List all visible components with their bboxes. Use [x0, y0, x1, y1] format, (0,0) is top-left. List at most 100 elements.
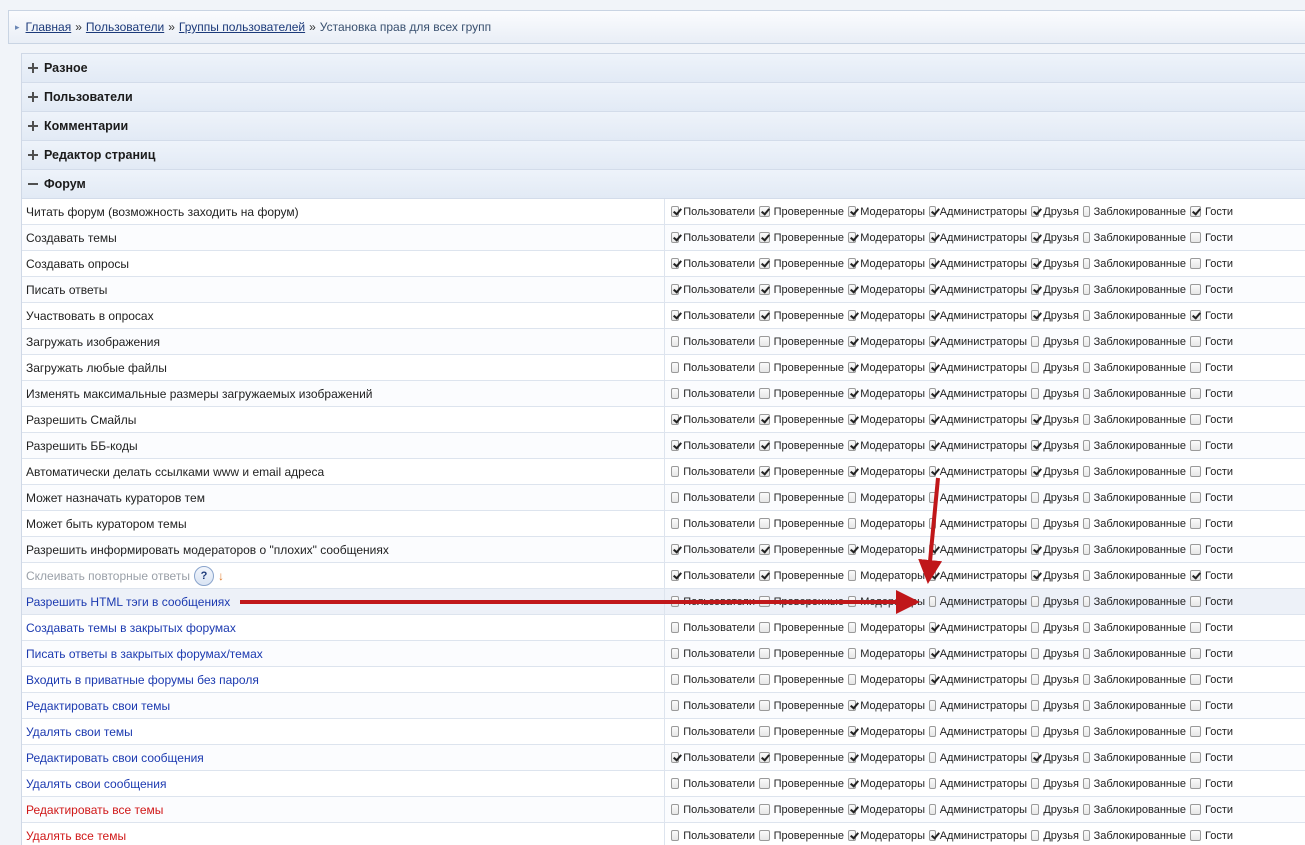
- checkbox-checked[interactable]: [759, 310, 770, 321]
- checkbox-unchecked[interactable]: [848, 570, 857, 581]
- permission-option[interactable]: Модераторы: [848, 206, 925, 218]
- checkbox-unchecked[interactable]: [1031, 804, 1040, 815]
- checkbox-checked[interactable]: [759, 232, 770, 243]
- permission-option[interactable]: Пользователи: [671, 726, 755, 738]
- permission-option[interactable]: Друзья: [1031, 726, 1079, 738]
- permission-option[interactable]: Проверенные: [759, 388, 844, 400]
- checkbox-checked[interactable]: [671, 414, 680, 425]
- checkbox-checked[interactable]: [848, 388, 857, 399]
- checkbox-unchecked[interactable]: [1083, 518, 1090, 529]
- checkbox-unchecked[interactable]: [759, 700, 770, 711]
- permission-option[interactable]: Гости: [1190, 596, 1238, 608]
- checkbox-unchecked[interactable]: [1190, 778, 1201, 789]
- permission-option[interactable]: Гости: [1190, 726, 1238, 738]
- checkbox-checked[interactable]: [929, 622, 936, 633]
- permission-option[interactable]: Друзья: [1031, 700, 1079, 712]
- checkbox-unchecked[interactable]: [1190, 232, 1201, 243]
- permission-option[interactable]: Заблокированные: [1083, 570, 1186, 582]
- permission-option[interactable]: Пользователи: [671, 596, 755, 608]
- checkbox-unchecked[interactable]: [1031, 362, 1040, 373]
- permission-option[interactable]: Друзья: [1031, 206, 1079, 218]
- checkbox-unchecked[interactable]: [1190, 752, 1201, 763]
- checkbox-unchecked[interactable]: [759, 726, 770, 737]
- permission-option[interactable]: Проверенные: [759, 700, 844, 712]
- checkbox-checked[interactable]: [671, 232, 680, 243]
- checkbox-unchecked[interactable]: [1083, 804, 1090, 815]
- checkbox-unchecked[interactable]: [1083, 570, 1090, 581]
- permission-option[interactable]: Пользователи: [671, 518, 755, 530]
- permission-option[interactable]: Заблокированные: [1083, 466, 1186, 478]
- checkbox-unchecked[interactable]: [759, 778, 770, 789]
- permission-option[interactable]: Друзья: [1031, 622, 1079, 634]
- checkbox-unchecked[interactable]: [1031, 336, 1040, 347]
- permission-option[interactable]: Гости: [1190, 206, 1238, 218]
- checkbox-unchecked[interactable]: [1031, 596, 1040, 607]
- checkbox-checked[interactable]: [671, 570, 680, 581]
- checkbox-unchecked[interactable]: [1083, 258, 1090, 269]
- permission-option[interactable]: Модераторы: [848, 596, 925, 608]
- permission-option[interactable]: Заблокированные: [1083, 830, 1186, 842]
- permission-option[interactable]: Друзья: [1031, 804, 1079, 816]
- permission-option[interactable]: Друзья: [1031, 232, 1079, 244]
- checkbox-checked[interactable]: [671, 752, 680, 763]
- permission-option[interactable]: Администраторы: [929, 830, 1027, 842]
- checkbox-checked[interactable]: [1031, 544, 1040, 555]
- checkbox-checked[interactable]: [929, 414, 936, 425]
- permission-option[interactable]: Гости: [1190, 544, 1238, 556]
- checkbox-unchecked[interactable]: [1083, 362, 1090, 373]
- checkbox-checked[interactable]: [848, 778, 857, 789]
- permission-option[interactable]: Модераторы: [848, 648, 925, 660]
- permission-option[interactable]: Заблокированные: [1083, 700, 1186, 712]
- checkbox-unchecked[interactable]: [1190, 674, 1201, 685]
- checkbox-unchecked[interactable]: [1190, 492, 1201, 503]
- permission-option[interactable]: Проверенные: [759, 830, 844, 842]
- permission-option[interactable]: Пользователи: [671, 492, 755, 504]
- permission-option[interactable]: Гости: [1190, 752, 1238, 764]
- permission-option[interactable]: Администраторы: [929, 726, 1027, 738]
- permission-option[interactable]: Друзья: [1031, 388, 1079, 400]
- permission-option[interactable]: Пользователи: [671, 388, 755, 400]
- checkbox-checked[interactable]: [759, 570, 770, 581]
- checkbox-checked[interactable]: [848, 414, 857, 425]
- checkbox-unchecked[interactable]: [1083, 544, 1090, 555]
- checkbox-checked[interactable]: [759, 440, 770, 451]
- checkbox-unchecked[interactable]: [671, 778, 680, 789]
- permission-option[interactable]: Пользователи: [671, 648, 755, 660]
- checkbox-checked[interactable]: [1190, 570, 1201, 581]
- checkbox-unchecked[interactable]: [1190, 336, 1201, 347]
- permission-option[interactable]: Проверенные: [759, 310, 844, 322]
- permission-option[interactable]: Друзья: [1031, 596, 1079, 608]
- permission-option[interactable]: Проверенные: [759, 726, 844, 738]
- checkbox-checked[interactable]: [1031, 414, 1040, 425]
- permission-option[interactable]: Модераторы: [848, 336, 925, 348]
- permission-option[interactable]: Проверенные: [759, 232, 844, 244]
- checkbox-unchecked[interactable]: [1190, 726, 1201, 737]
- checkbox-unchecked[interactable]: [929, 492, 936, 503]
- permission-option[interactable]: Гости: [1190, 804, 1238, 816]
- permission-option[interactable]: Гости: [1190, 492, 1238, 504]
- checkbox-checked[interactable]: [1031, 284, 1040, 295]
- checkbox-checked[interactable]: [1031, 232, 1040, 243]
- checkbox-unchecked[interactable]: [1083, 310, 1090, 321]
- checkbox-unchecked[interactable]: [1190, 518, 1201, 529]
- checkbox-unchecked[interactable]: [759, 388, 770, 399]
- checkbox-unchecked[interactable]: [929, 596, 936, 607]
- checkbox-unchecked[interactable]: [929, 778, 936, 789]
- checkbox-checked[interactable]: [848, 440, 857, 451]
- permission-option[interactable]: Пользователи: [671, 622, 755, 634]
- permission-option[interactable]: Модераторы: [848, 778, 925, 790]
- permission-option[interactable]: Заблокированные: [1083, 492, 1186, 504]
- checkbox-checked[interactable]: [929, 674, 936, 685]
- permission-option[interactable]: Пользователи: [671, 778, 755, 790]
- checkbox-checked[interactable]: [848, 232, 857, 243]
- permission-option[interactable]: Проверенные: [759, 596, 844, 608]
- checkbox-checked[interactable]: [671, 206, 680, 217]
- permission-option[interactable]: Администраторы: [929, 804, 1027, 816]
- permission-option[interactable]: Модераторы: [848, 232, 925, 244]
- permission-option[interactable]: Заблокированные: [1083, 674, 1186, 686]
- checkbox-unchecked[interactable]: [1031, 622, 1040, 633]
- checkbox-unchecked[interactable]: [671, 648, 680, 659]
- permission-option[interactable]: Заблокированные: [1083, 648, 1186, 660]
- permission-option[interactable]: Друзья: [1031, 362, 1079, 374]
- permission-option[interactable]: Друзья: [1031, 440, 1079, 452]
